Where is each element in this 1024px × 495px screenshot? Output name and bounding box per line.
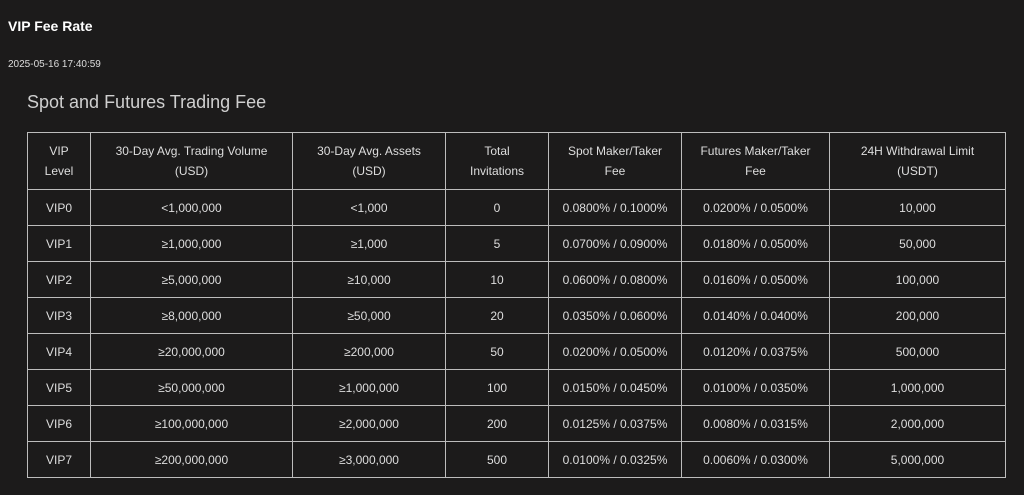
cell-futures-fee: 0.0160% / 0.0500%: [681, 261, 830, 298]
cell-futures-fee: 0.0200% / 0.0500%: [681, 189, 830, 226]
cell-avg-assets: ≥1,000,000: [292, 369, 446, 406]
cell-trading-volume: ≥200,000,000: [90, 441, 293, 478]
cell-avg-assets: ≥2,000,000: [292, 405, 446, 442]
column-header-avg-assets: 30-Day Avg. Assets (USD): [292, 132, 446, 190]
fee-table: VIP Level 30-Day Avg. Trading Volume (US…: [27, 132, 1006, 478]
cell-avg-assets: <1,000: [292, 189, 446, 226]
cell-total-invitations: 500: [445, 441, 549, 478]
cell-avg-assets: ≥1,000: [292, 225, 446, 262]
cell-spot-fee: 0.0350% / 0.0600%: [548, 297, 682, 334]
cell-trading-volume: ≥50,000,000: [90, 369, 293, 406]
cell-total-invitations: 0: [445, 189, 549, 226]
cell-futures-fee: 0.0180% / 0.0500%: [681, 225, 830, 262]
cell-total-invitations: 100: [445, 369, 549, 406]
cell-trading-volume: ≥100,000,000: [90, 405, 293, 442]
cell-avg-assets: ≥200,000: [292, 333, 446, 370]
cell-avg-assets: ≥50,000: [292, 297, 446, 334]
cell-spot-fee: 0.0200% / 0.0500%: [548, 333, 682, 370]
table-row: VIP0 <1,000,000 <1,000 0 0.0800% / 0.100…: [27, 189, 1006, 226]
cell-avg-assets: ≥10,000: [292, 261, 446, 298]
page-title: VIP Fee Rate: [8, 18, 93, 34]
table-row: VIP7 ≥200,000,000 ≥3,000,000 500 0.0100%…: [27, 441, 1006, 478]
cell-spot-fee: 0.0800% / 0.1000%: [548, 189, 682, 226]
cell-total-invitations: 20: [445, 297, 549, 334]
cell-trading-volume: ≥5,000,000: [90, 261, 293, 298]
column-header-trading-volume: 30-Day Avg. Trading Volume (USD): [90, 132, 293, 190]
cell-vip-level: VIP1: [27, 225, 91, 262]
cell-futures-fee: 0.0140% / 0.0400%: [681, 297, 830, 334]
table-row: VIP6 ≥100,000,000 ≥2,000,000 200 0.0125%…: [27, 405, 1006, 442]
column-header-futures-fee: Futures Maker/Taker Fee: [681, 132, 830, 190]
cell-futures-fee: 0.0080% / 0.0315%: [681, 405, 830, 442]
cell-trading-volume: ≥1,000,000: [90, 225, 293, 262]
cell-withdrawal-limit: 100,000: [829, 261, 1006, 298]
table-row: VIP3 ≥8,000,000 ≥50,000 20 0.0350% / 0.0…: [27, 297, 1006, 334]
cell-spot-fee: 0.0700% / 0.0900%: [548, 225, 682, 262]
cell-futures-fee: 0.0100% / 0.0350%: [681, 369, 830, 406]
section-title: Spot and Futures Trading Fee: [27, 92, 267, 112]
column-header-withdrawal-limit: 24H Withdrawal Limit (USDT): [829, 132, 1006, 190]
table-row: VIP1 ≥1,000,000 ≥1,000 5 0.0700% / 0.090…: [27, 225, 1006, 262]
cell-vip-level: VIP0: [27, 189, 91, 226]
cell-withdrawal-limit: 50,000: [829, 225, 1006, 262]
cell-total-invitations: 50: [445, 333, 549, 370]
cell-spot-fee: 0.0100% / 0.0325%: [548, 441, 682, 478]
cell-total-invitations: 10: [445, 261, 549, 298]
cell-trading-volume: ≥20,000,000: [90, 333, 293, 370]
timestamp: 2025-05-16 17:40:59: [8, 59, 101, 70]
cell-vip-level: VIP3: [27, 297, 91, 334]
cell-avg-assets: ≥3,000,000: [292, 441, 446, 478]
table-header-row: VIP Level 30-Day Avg. Trading Volume (US…: [27, 132, 1006, 190]
cell-withdrawal-limit: 10,000: [829, 189, 1006, 226]
cell-total-invitations: 5: [445, 225, 549, 262]
table-row: VIP4 ≥20,000,000 ≥200,000 50 0.0200% / 0…: [27, 333, 1006, 370]
cell-vip-level: VIP6: [27, 405, 91, 442]
cell-withdrawal-limit: 200,000: [829, 297, 1006, 334]
cell-trading-volume: <1,000,000: [90, 189, 293, 226]
cell-withdrawal-limit: 1,000,000: [829, 369, 1006, 406]
cell-total-invitations: 200: [445, 405, 549, 442]
column-header-total-invitations: Total Invitations: [445, 132, 549, 190]
cell-vip-level: VIP4: [27, 333, 91, 370]
cell-spot-fee: 0.0600% / 0.0800%: [548, 261, 682, 298]
cell-trading-volume: ≥8,000,000: [90, 297, 293, 334]
cell-futures-fee: 0.0120% / 0.0375%: [681, 333, 830, 370]
table-row: VIP5 ≥50,000,000 ≥1,000,000 100 0.0150% …: [27, 369, 1006, 406]
cell-vip-level: VIP7: [27, 441, 91, 478]
column-header-spot-fee: Spot Maker/Taker Fee: [548, 132, 682, 190]
cell-spot-fee: 0.0125% / 0.0375%: [548, 405, 682, 442]
cell-futures-fee: 0.0060% / 0.0300%: [681, 441, 830, 478]
cell-spot-fee: 0.0150% / 0.0450%: [548, 369, 682, 406]
cell-withdrawal-limit: 500,000: [829, 333, 1006, 370]
cell-withdrawal-limit: 5,000,000: [829, 441, 1006, 478]
cell-vip-level: VIP2: [27, 261, 91, 298]
table-row: VIP2 ≥5,000,000 ≥10,000 10 0.0600% / 0.0…: [27, 261, 1006, 298]
cell-vip-level: VIP5: [27, 369, 91, 406]
vip-fee-page: VIP Fee Rate 2025-05-16 17:40:59 Spot an…: [0, 0, 1024, 495]
cell-withdrawal-limit: 2,000,000: [829, 405, 1006, 442]
column-header-vip-level: VIP Level: [27, 132, 91, 190]
